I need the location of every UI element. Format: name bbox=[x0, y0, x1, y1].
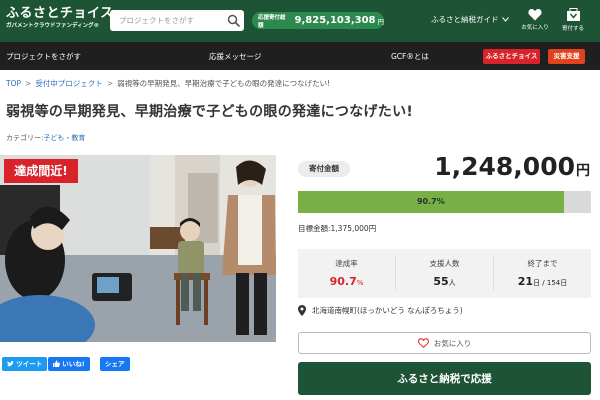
thumbs-up-icon bbox=[53, 360, 60, 367]
total-donation-unit: 円 bbox=[377, 17, 385, 26]
search-input[interactable] bbox=[110, 10, 222, 31]
donated-header-button[interactable]: 寄付する bbox=[556, 8, 590, 32]
stat-supporters-value-wrap: 55人 bbox=[396, 275, 493, 288]
site-header: ふるさとチョイス ガバメントクラウドファンディング® 応援寄付総額 9,825,… bbox=[0, 0, 600, 42]
donated-header-label: 寄付する bbox=[561, 26, 584, 32]
location-text: 北海道南幌町(ほっかいどう なんぽろちょう) bbox=[312, 306, 463, 315]
category: カテゴリー:子ども・教育 bbox=[6, 133, 85, 143]
progress-bar-text: 90.7% bbox=[416, 197, 445, 206]
stat-supporters-value: 55 bbox=[433, 275, 449, 288]
breadcrumb: TOP > 受付中プロジェクト > 弱視等の早期発見、早期治療で子どもの眼の発達につなげ… bbox=[6, 79, 331, 88]
guide-label: ふるさと納税ガイド bbox=[431, 15, 499, 24]
favorites-header-button[interactable]: お気に入り bbox=[518, 8, 552, 31]
stat-days-left-label: 終了まで bbox=[527, 259, 558, 268]
stats-panel: 達成率 90.7% 支援人数 55人 終了まで 21日 / 154日 bbox=[298, 249, 591, 298]
twitter-bird-icon bbox=[7, 361, 14, 367]
category-label: カテゴリー: bbox=[6, 134, 44, 142]
goal-amount: 目標金額:1,375,000円 bbox=[298, 224, 377, 233]
tweet-label: ツイート bbox=[16, 360, 43, 368]
stat-achievement-value: 90.7 bbox=[329, 275, 357, 288]
stat-achievement-rate: 達成率 90.7% bbox=[298, 249, 395, 298]
donation-amount-unit: 円 bbox=[576, 163, 590, 179]
disaster-support-button[interactable]: 災害支援 bbox=[548, 49, 585, 64]
heart-icon bbox=[528, 9, 542, 21]
project-photo-image bbox=[0, 155, 276, 342]
stat-days-left-unit: 日 / 154日 bbox=[533, 279, 568, 287]
breadcrumb-current: 弱視等の早期発見、早期治療で子どもの眼の発達につなげたい! bbox=[117, 79, 331, 88]
stat-achievement-value-wrap: 90.7% bbox=[298, 275, 395, 288]
favorites-header-label: お気に入り bbox=[521, 25, 549, 31]
total-donation-pill: 応援寄付総額 9,825,103,308 円 bbox=[252, 12, 384, 29]
like-label: いいね! bbox=[62, 360, 85, 368]
donation-amount: 1,248,000円 bbox=[434, 152, 590, 181]
site-logo[interactable]: ふるさとチョイス ガバメントクラウドファンディング® bbox=[6, 6, 114, 30]
map-pin-icon bbox=[298, 305, 306, 316]
furusato-choice-button[interactable]: ふるさとチョイス bbox=[483, 49, 540, 64]
search-icon[interactable] bbox=[227, 14, 240, 27]
furusato-guide-menu[interactable]: ふるさと納税ガイド bbox=[431, 14, 509, 25]
search-box bbox=[110, 10, 244, 31]
tweet-button[interactable]: ツイート bbox=[2, 357, 48, 371]
stat-achievement-label: 達成率 bbox=[335, 259, 358, 268]
stat-days-left-value: 21 bbox=[517, 275, 534, 288]
facebook-share-button[interactable]: シェア bbox=[100, 357, 130, 371]
nearly-achieved-badge: 達成間近! bbox=[4, 159, 78, 183]
heart-outline-icon bbox=[417, 338, 429, 348]
nav-item-about-gcf[interactable]: GCF®とは bbox=[391, 51, 429, 62]
page-title: 弱視等の早期発見、早期治療で子どもの眼の発達につなげたい! bbox=[6, 104, 414, 120]
nav-item-messages[interactable]: 応援メッセージ bbox=[209, 51, 261, 62]
stat-supporters: 支援人数 55人 bbox=[396, 249, 493, 298]
total-donation-value: 9,825,103,308 bbox=[294, 15, 376, 26]
main-nav: プロジェクトをさがす 応援メッセージ GCF®とは ふるさとチョイス 災害支援 bbox=[0, 42, 600, 70]
donation-amount-label: 寄付金額 bbox=[298, 161, 350, 177]
project-photo: 達成間近! bbox=[0, 155, 276, 342]
stat-achievement-unit: % bbox=[356, 279, 364, 287]
logo-sub-text: ガバメントクラウドファンディング® bbox=[6, 23, 100, 29]
breadcrumb-open-projects[interactable]: 受付中プロジェクト bbox=[35, 79, 103, 88]
stat-days-left: 終了まで 21日 / 154日 bbox=[494, 249, 591, 298]
nav-item-search-projects[interactable]: プロジェクトをさがす bbox=[6, 51, 81, 62]
add-favorite-label: お気に入り bbox=[433, 338, 472, 348]
gift-box-icon bbox=[566, 8, 580, 21]
chevron-down-icon bbox=[501, 17, 509, 22]
stat-supporters-label: 支援人数 bbox=[429, 259, 460, 268]
donate-button[interactable]: ふるさと納税で応援 bbox=[298, 362, 591, 395]
stat-days-left-value-wrap: 21日 / 154日 bbox=[494, 275, 591, 288]
location: 北海道南幌町(ほっかいどう なんぽろちょう) bbox=[298, 305, 463, 316]
stat-supporters-unit: 人 bbox=[448, 279, 456, 287]
category-link[interactable]: 子ども・教育 bbox=[43, 134, 85, 142]
progress-bar: 90.7% bbox=[298, 191, 591, 213]
add-favorite-button[interactable]: お気に入り bbox=[298, 332, 591, 354]
donation-amount-value: 1,248,000 bbox=[434, 152, 575, 181]
facebook-like-button[interactable]: いいね! bbox=[48, 357, 90, 371]
logo-main-text: ふるさとチョイス bbox=[6, 6, 114, 21]
breadcrumb-top[interactable]: TOP bbox=[6, 79, 21, 88]
total-donation-label: 応援寄付総額 bbox=[258, 14, 286, 29]
